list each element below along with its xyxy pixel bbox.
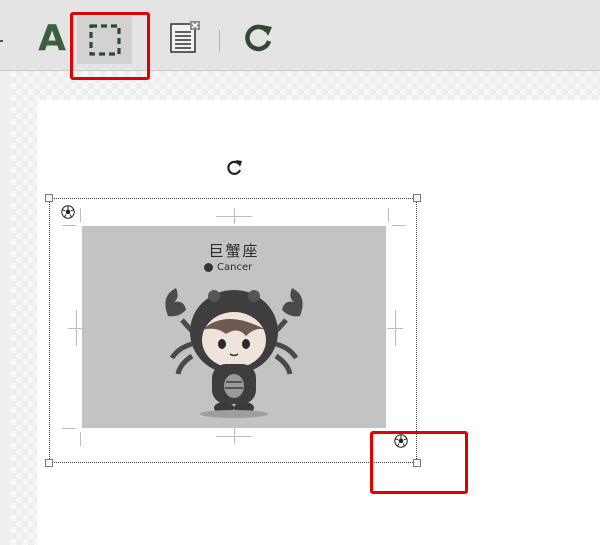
toolbar-edge-mark	[0, 40, 3, 42]
image-subtitle-text: Cancer	[217, 262, 253, 273]
resize-handle-bottom-left[interactable]	[45, 459, 53, 467]
rotate-handle[interactable]	[224, 158, 244, 178]
crop-corner-bl	[62, 428, 76, 429]
crop-guide-right-tick	[387, 328, 403, 329]
cancer-symbol-icon	[204, 263, 213, 272]
rotate-button[interactable]	[236, 12, 280, 64]
crop-guide-bottom-tick	[234, 428, 235, 444]
highlight-selection-tool	[70, 12, 150, 80]
page-remove-icon	[170, 21, 200, 53]
crop-guide-top-tick	[234, 208, 235, 224]
rotate-icon	[245, 24, 272, 52]
page-remove-button[interactable]	[164, 12, 206, 64]
crop-corner-tr-v	[388, 208, 389, 222]
image-title: 巨蟹座	[208, 242, 260, 260]
text-tool-label: A	[38, 17, 66, 59]
rotate-handle-icon	[227, 160, 242, 175]
soccer-ball-icon[interactable]	[61, 205, 75, 219]
toolbar-separator	[219, 30, 220, 52]
resize-handle-top-right[interactable]	[413, 194, 421, 202]
crop-corner-tl	[62, 225, 76, 226]
crop-guide-left-tick	[68, 328, 84, 329]
highlight-resize-corner	[370, 431, 468, 494]
text-tool-button[interactable]: A	[32, 12, 72, 64]
image-content[interactable]: 巨蟹座 Cancer	[82, 226, 386, 428]
image-subtitle: Cancer	[204, 262, 252, 273]
crab-mascot-illustration	[165, 288, 303, 418]
crop-corner-bl-v	[80, 432, 81, 446]
crop-corner-tl-v	[80, 208, 81, 222]
crop-corner-tr	[392, 225, 406, 226]
resize-handle-top-left[interactable]	[45, 194, 53, 202]
